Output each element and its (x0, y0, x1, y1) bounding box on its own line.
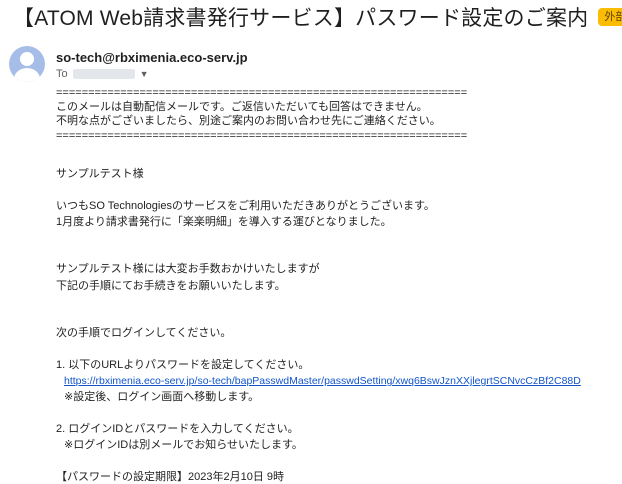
recipient-row: To ▼ (56, 68, 149, 80)
body-line: サンプルテスト様 (56, 168, 144, 180)
external-label-badge[interactable]: 外部 (598, 8, 622, 26)
subject-row: 【ATOM Web請求書発行サービス】パスワード設定のご案内 外部 ▶ 0( (0, 0, 622, 34)
email-subject: 【ATOM Web請求書発行サービス】パスワード設定のご案内 (13, 7, 589, 30)
divider-line: ========================================… (56, 87, 468, 99)
recipient-blurred (72, 69, 135, 79)
body-line: ※ログインIDは別メールでお知らせいたします。 (64, 439, 303, 451)
divider-line: ========================================… (56, 130, 468, 142)
body-line: 1月度より請求書発行に「楽楽明細」を導入する運びとなりました。 (56, 216, 392, 228)
avatar-head-shape (20, 52, 34, 66)
to-label: To (56, 68, 68, 80)
body-line: 1. 以下のURLよりパスワードを設定してください。 (56, 359, 310, 371)
body-line: 下記の手順にてお手続きをお願いいたします。 (56, 280, 286, 292)
sender-avatar[interactable] (9, 46, 45, 82)
body-line: ※設定後、ログイン画面へ移動します。 (64, 391, 260, 403)
body-line: 次の手順でログインしてください。 (56, 327, 232, 339)
body-line: いつもSO Technologiesのサービスをご利用いただきありがとうございま… (56, 200, 435, 212)
body-line: 【パスワードの設定期限】2023年2月10日 9時 (56, 471, 284, 483)
password-setting-link[interactable]: https://rbximenia.eco-serv.jp/so-tech/ba… (64, 374, 581, 388)
chevron-down-icon[interactable]: ▼ (140, 69, 149, 79)
body-line: 2. ログインIDとパスワードを入力してください。 (56, 423, 299, 435)
sender-email[interactable]: so-tech@rbximenia.eco-serv.jp (56, 50, 248, 65)
body-line: このメールは自動配信メールです。ご返信いただいても回答はできません。 (56, 101, 428, 113)
body-line: 不明な点がございましたら、別途ご案内のお問い合わせ先にご連絡ください。 (56, 115, 441, 127)
body-line: サンプルテスト様には大変お手数おかけいたしますが (56, 263, 320, 275)
avatar-body-shape (14, 68, 40, 82)
